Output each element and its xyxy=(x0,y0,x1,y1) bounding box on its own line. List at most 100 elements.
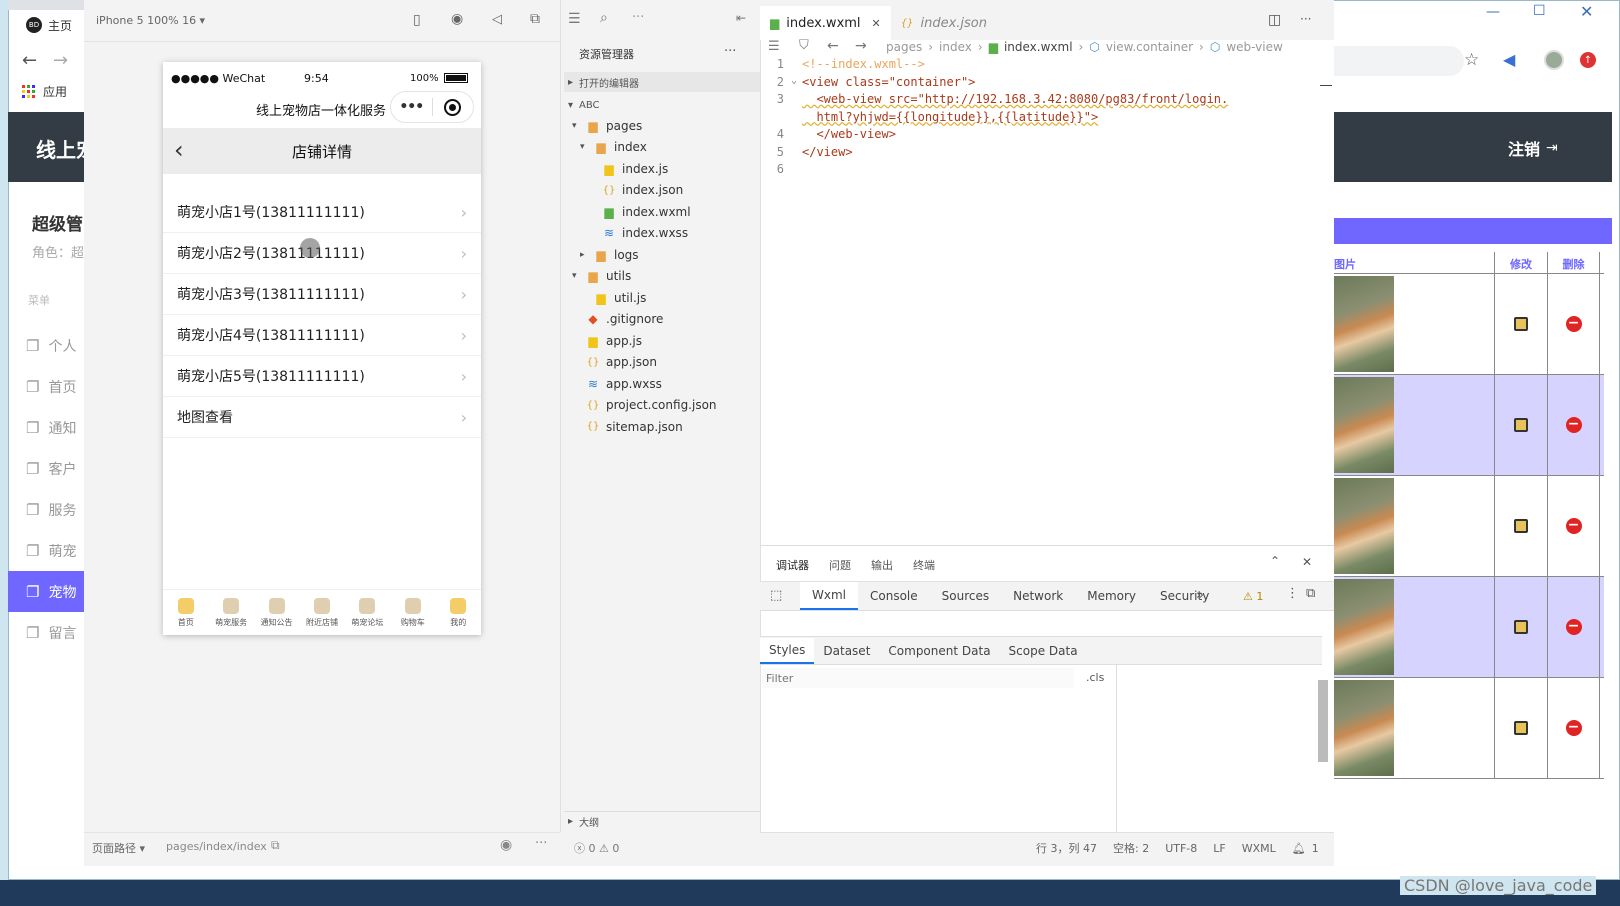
mp-capsule[interactable]: ••• xyxy=(390,91,474,123)
debugger-top-tab[interactable]: 输出 xyxy=(871,557,893,573)
notifications[interactable]: 🔔︎ 1 xyxy=(1292,842,1319,855)
explorer-search-icon[interactable]: ⌕ xyxy=(600,10,608,26)
devtools-tab[interactable]: Memory xyxy=(1075,582,1148,610)
devtools-tab[interactable]: Sources xyxy=(930,582,1001,610)
more-tabs-icon[interactable]: » xyxy=(1196,588,1204,603)
tree-item[interactable]: ▆ index.js xyxy=(564,158,760,180)
tabbar-item[interactable]: 萌宠服务 xyxy=(208,590,253,635)
explorer-actions-icon[interactable]: ··· xyxy=(724,44,736,59)
nav-forward-arrow-icon[interactable]: → xyxy=(855,38,867,54)
devtools-tab[interactable]: Security xyxy=(1148,582,1221,610)
devtools-tab[interactable]: Network xyxy=(1001,582,1075,610)
styles-subtab[interactable]: Component Data xyxy=(879,638,999,664)
debugger-top-tab[interactable]: 终端 xyxy=(913,557,935,573)
forward-arrow-icon[interactable]: → xyxy=(53,50,68,71)
sidebar-item[interactable]: ❐ 萌宠 xyxy=(8,530,84,571)
shop-list-item[interactable]: 萌宠小店3号(13811111111) › xyxy=(163,274,481,315)
tree-item[interactable]: ▆ app.js xyxy=(564,330,760,352)
extension-icon[interactable]: ◀ xyxy=(1503,50,1515,69)
project-section[interactable]: ▾ ABC xyxy=(564,95,760,115)
tabbar-item[interactable]: 首页 xyxy=(163,590,208,635)
update-alert-icon[interactable]: ↑ xyxy=(1580,52,1596,68)
split-editor-icon[interactable]: ◫ xyxy=(1268,12,1281,28)
tree-item[interactable]: ≋ app.wxss xyxy=(564,373,760,395)
tree-item[interactable]: ≋ index.wxss xyxy=(564,223,760,245)
edit-icon[interactable] xyxy=(1514,721,1528,735)
undock-icon[interactable]: ⧉ xyxy=(1306,586,1315,601)
split-icon[interactable]: ⇤ xyxy=(736,11,746,25)
sidebar-item[interactable]: ❐ 服务 xyxy=(8,489,84,530)
styles-subtab[interactable]: Scope Data xyxy=(1000,638,1087,664)
close-window-icon[interactable]: ✕ xyxy=(1580,2,1593,21)
close-panel-icon[interactable]: ✕ xyxy=(1302,555,1312,569)
more-dots-icon[interactable]: ••• xyxy=(391,99,432,115)
shop-list-item[interactable]: 萌宠小店5号(13811111111) › xyxy=(163,356,481,397)
browser-tab[interactable]: BD 主页 xyxy=(16,10,84,40)
delete-icon[interactable]: − xyxy=(1565,720,1582,736)
devtools-tab[interactable]: Wxml xyxy=(800,582,858,610)
avatar[interactable] xyxy=(1544,50,1564,70)
bookmark-icon[interactable]: ⛉ xyxy=(799,38,809,53)
tree-item[interactable]: {} project.config.json xyxy=(564,395,760,417)
breadcrumb-item[interactable]: pages xyxy=(886,40,922,54)
breadcrumb-item[interactable]: index xyxy=(939,40,972,54)
explorer-list-icon[interactable]: ☰ xyxy=(568,11,581,27)
minimize-icon[interactable]: — xyxy=(1486,4,1500,20)
shop-list-item[interactable]: 萌宠小店4号(13811111111) › xyxy=(163,315,481,356)
tree-item[interactable]: ▾ ▆ utils xyxy=(564,266,760,288)
tree-item[interactable]: ▸ ▆ logs xyxy=(564,244,760,266)
open-editors-section[interactable]: ▸ 打开的编辑器 xyxy=(564,72,760,92)
preview-eye-icon[interactable]: ◉ xyxy=(500,837,512,853)
sidebar-item[interactable]: ❐ 留言 xyxy=(8,612,84,653)
tree-item[interactable]: ▆ util.js xyxy=(564,287,760,309)
outline-section[interactable]: ▸ 大纲 xyxy=(564,811,760,831)
sidebar-item[interactable]: ❐ 个人 xyxy=(8,325,84,366)
debugger-top-tab[interactable]: 问题 xyxy=(829,557,851,573)
styles-subtab[interactable]: Styles xyxy=(760,638,815,664)
tree-item[interactable]: ▾ ▆ index xyxy=(564,137,760,159)
kebab-menu-icon[interactable]: ⋮ xyxy=(1286,586,1299,601)
editor-more-icon[interactable]: ··· xyxy=(1300,12,1311,26)
tabbar-item[interactable]: 萌宠论坛 xyxy=(345,590,390,635)
outline-list-icon[interactable]: ☰ xyxy=(768,39,780,54)
tabbar-item[interactable]: 我的 xyxy=(436,590,481,635)
breadcrumb-item[interactable]: view.container xyxy=(1106,40,1193,54)
tree-item[interactable]: {} app.json xyxy=(564,352,760,374)
tree-item[interactable]: ▆ index.wxml xyxy=(564,201,760,223)
tree-item[interactable]: {} index.json xyxy=(564,180,760,202)
code-editor[interactable]: 1 <!--index.wxml--> 2 ⌄ <view class="contain… xyxy=(760,57,1320,180)
editor-tab[interactable]: {} index.json xyxy=(891,6,997,40)
copy-icon[interactable]: ⧉ xyxy=(271,838,280,853)
apps-bookmark[interactable]: 应用 xyxy=(22,83,67,100)
tree-item[interactable]: ◆ .gitignore xyxy=(564,309,760,331)
sidebar-item[interactable]: ❐ 首页 xyxy=(8,366,84,407)
record-icon[interactable]: ◉ xyxy=(451,11,463,27)
edit-icon[interactable] xyxy=(1514,519,1528,533)
back-arrow-icon[interactable]: ← xyxy=(22,50,37,71)
shop-list-item[interactable]: 萌宠小店2号(13811111111) › xyxy=(163,233,481,274)
debugger-top-tab[interactable]: 调试器 xyxy=(776,557,809,573)
devtools-tab[interactable]: Console xyxy=(858,582,930,610)
logout-button[interactable]: 注销 ⇥ xyxy=(1508,136,1558,160)
detach-icon[interactable]: ⧉ xyxy=(530,11,540,27)
breadcrumb-item[interactable]: web-view xyxy=(1226,40,1282,54)
delete-icon[interactable]: − xyxy=(1565,619,1582,635)
debugger-scrollbar[interactable] xyxy=(1318,680,1328,762)
maximize-icon[interactable]: ☐ xyxy=(1533,3,1546,19)
edit-icon[interactable] xyxy=(1514,620,1528,634)
inspect-element-icon[interactable]: ⬚ xyxy=(770,588,782,603)
page-path-label[interactable]: 页面路径 ▾ xyxy=(92,840,145,856)
edit-icon[interactable] xyxy=(1514,317,1528,331)
styles-subtab[interactable]: Dataset xyxy=(814,638,879,664)
edit-icon[interactable] xyxy=(1514,418,1528,432)
cursor-position[interactable]: 行 3，列 47 xyxy=(1036,840,1097,856)
close-capsule-icon[interactable] xyxy=(432,98,473,116)
volume-icon[interactable]: ◁ xyxy=(492,12,502,27)
sidebar-item[interactable]: ❐ 宠物 xyxy=(8,571,84,612)
close-tab-icon[interactable]: ✕ xyxy=(872,17,881,30)
nav-back-arrow-icon[interactable]: ← xyxy=(827,38,839,54)
delete-icon[interactable]: − xyxy=(1565,518,1582,534)
shop-list-item[interactable]: 地图查看 › xyxy=(163,397,481,438)
phone-icon[interactable]: ▯ xyxy=(413,12,421,28)
tabbar-item[interactable]: 附近店铺 xyxy=(299,590,344,635)
